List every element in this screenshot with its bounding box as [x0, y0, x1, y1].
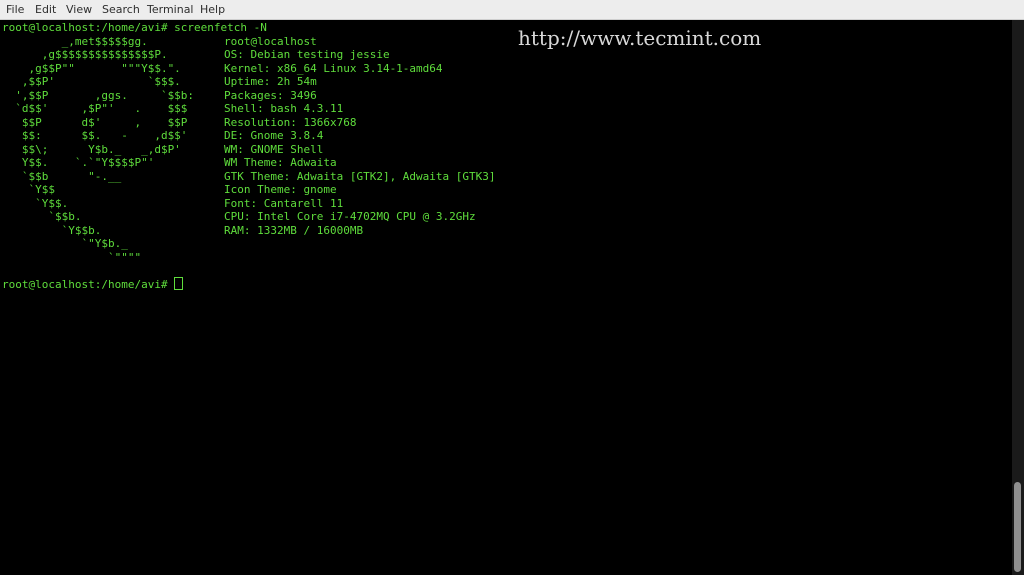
logo-line: ,g$$P"" """Y$$.". — [2, 62, 181, 75]
info-wm: WM: GNOME Shell — [224, 143, 324, 156]
info-kernel: Kernel: x86_64 Linux 3.14-1-amd64 — [224, 62, 443, 75]
menu-file[interactable]: File — [6, 3, 24, 17]
info-hostname: root@localhost — [224, 35, 317, 48]
logo-line: _,met$$$$$gg. — [2, 35, 148, 48]
menu-edit[interactable]: Edit — [35, 3, 56, 17]
menu-terminal[interactable]: Terminal — [147, 3, 194, 17]
terminal-view[interactable]: root@localhost:/home/avi# screenfetch -N… — [0, 20, 1012, 575]
logo-line: ,$$P' `$$$. — [2, 75, 181, 88]
prompt: root@localhost:/home/avi# — [2, 278, 175, 291]
info-packages: Packages: 3496 — [224, 89, 317, 102]
info-uptime: Uptime: 2h 54m — [224, 75, 317, 88]
logo-line: `"""" — [2, 251, 142, 264]
logo-line: `Y$$ — [2, 183, 55, 196]
info-os: OS: Debian testing jessie — [224, 48, 390, 61]
scrollbar[interactable] — [1012, 20, 1024, 575]
logo-line: ',$$P ,ggs. `$$b: — [2, 89, 195, 102]
info-de: DE: Gnome 3.8.4 — [224, 129, 324, 142]
logo-line: `"Y$b._ — [2, 237, 128, 250]
info-resolution: Resolution: 1366x768 — [224, 116, 357, 129]
logo-line: `Y$$. — [2, 197, 69, 210]
menu-view[interactable]: View — [66, 3, 92, 17]
menu-bar: File Edit View Search Terminal Help — [0, 0, 1024, 20]
info-cpu: CPU: Intel Core i7-4702MQ CPU @ 3.2GHz — [224, 210, 476, 223]
info-shell: Shell: bash 4.3.11 — [224, 102, 344, 115]
info-ram: RAM: 1332MB / 16000MB — [224, 224, 364, 237]
watermark-text: http://www.tecmint.com — [518, 26, 762, 50]
info-wm-theme: WM Theme: Adwaita — [224, 156, 337, 169]
info-gtk-theme: GTK Theme: Adwaita [GTK2], Adwaita [GTK3… — [224, 170, 496, 183]
text-cursor — [174, 277, 183, 290]
command-line: root@localhost:/home/avi# screenfetch -N — [2, 21, 267, 34]
logo-line: `Y$$b. — [2, 224, 102, 237]
logo-line: $$P d$' , $$P — [2, 116, 188, 129]
scrollbar-thumb[interactable] — [1014, 482, 1021, 572]
logo-line: `$$b. — [2, 210, 82, 223]
logo-line: `$$b "-.__ — [2, 170, 122, 183]
logo-line: Y$$. `.`"Y$$$$P"' — [2, 156, 155, 169]
info-icon-theme: Icon Theme: gnome — [224, 183, 337, 196]
info-font: Font: Cantarell 11 — [224, 197, 344, 210]
logo-line: ,g$$$$$$$$$$$$$$$P. — [2, 48, 168, 61]
logo-line: $$: $$. - ,d$$' — [2, 129, 188, 142]
menu-search[interactable]: Search — [102, 3, 140, 17]
logo-line: $$\; Y$b._ _,d$P' — [2, 143, 181, 156]
menu-help[interactable]: Help — [200, 3, 225, 17]
logo-line: `d$$' ,$P"' . $$$ — [2, 102, 188, 115]
